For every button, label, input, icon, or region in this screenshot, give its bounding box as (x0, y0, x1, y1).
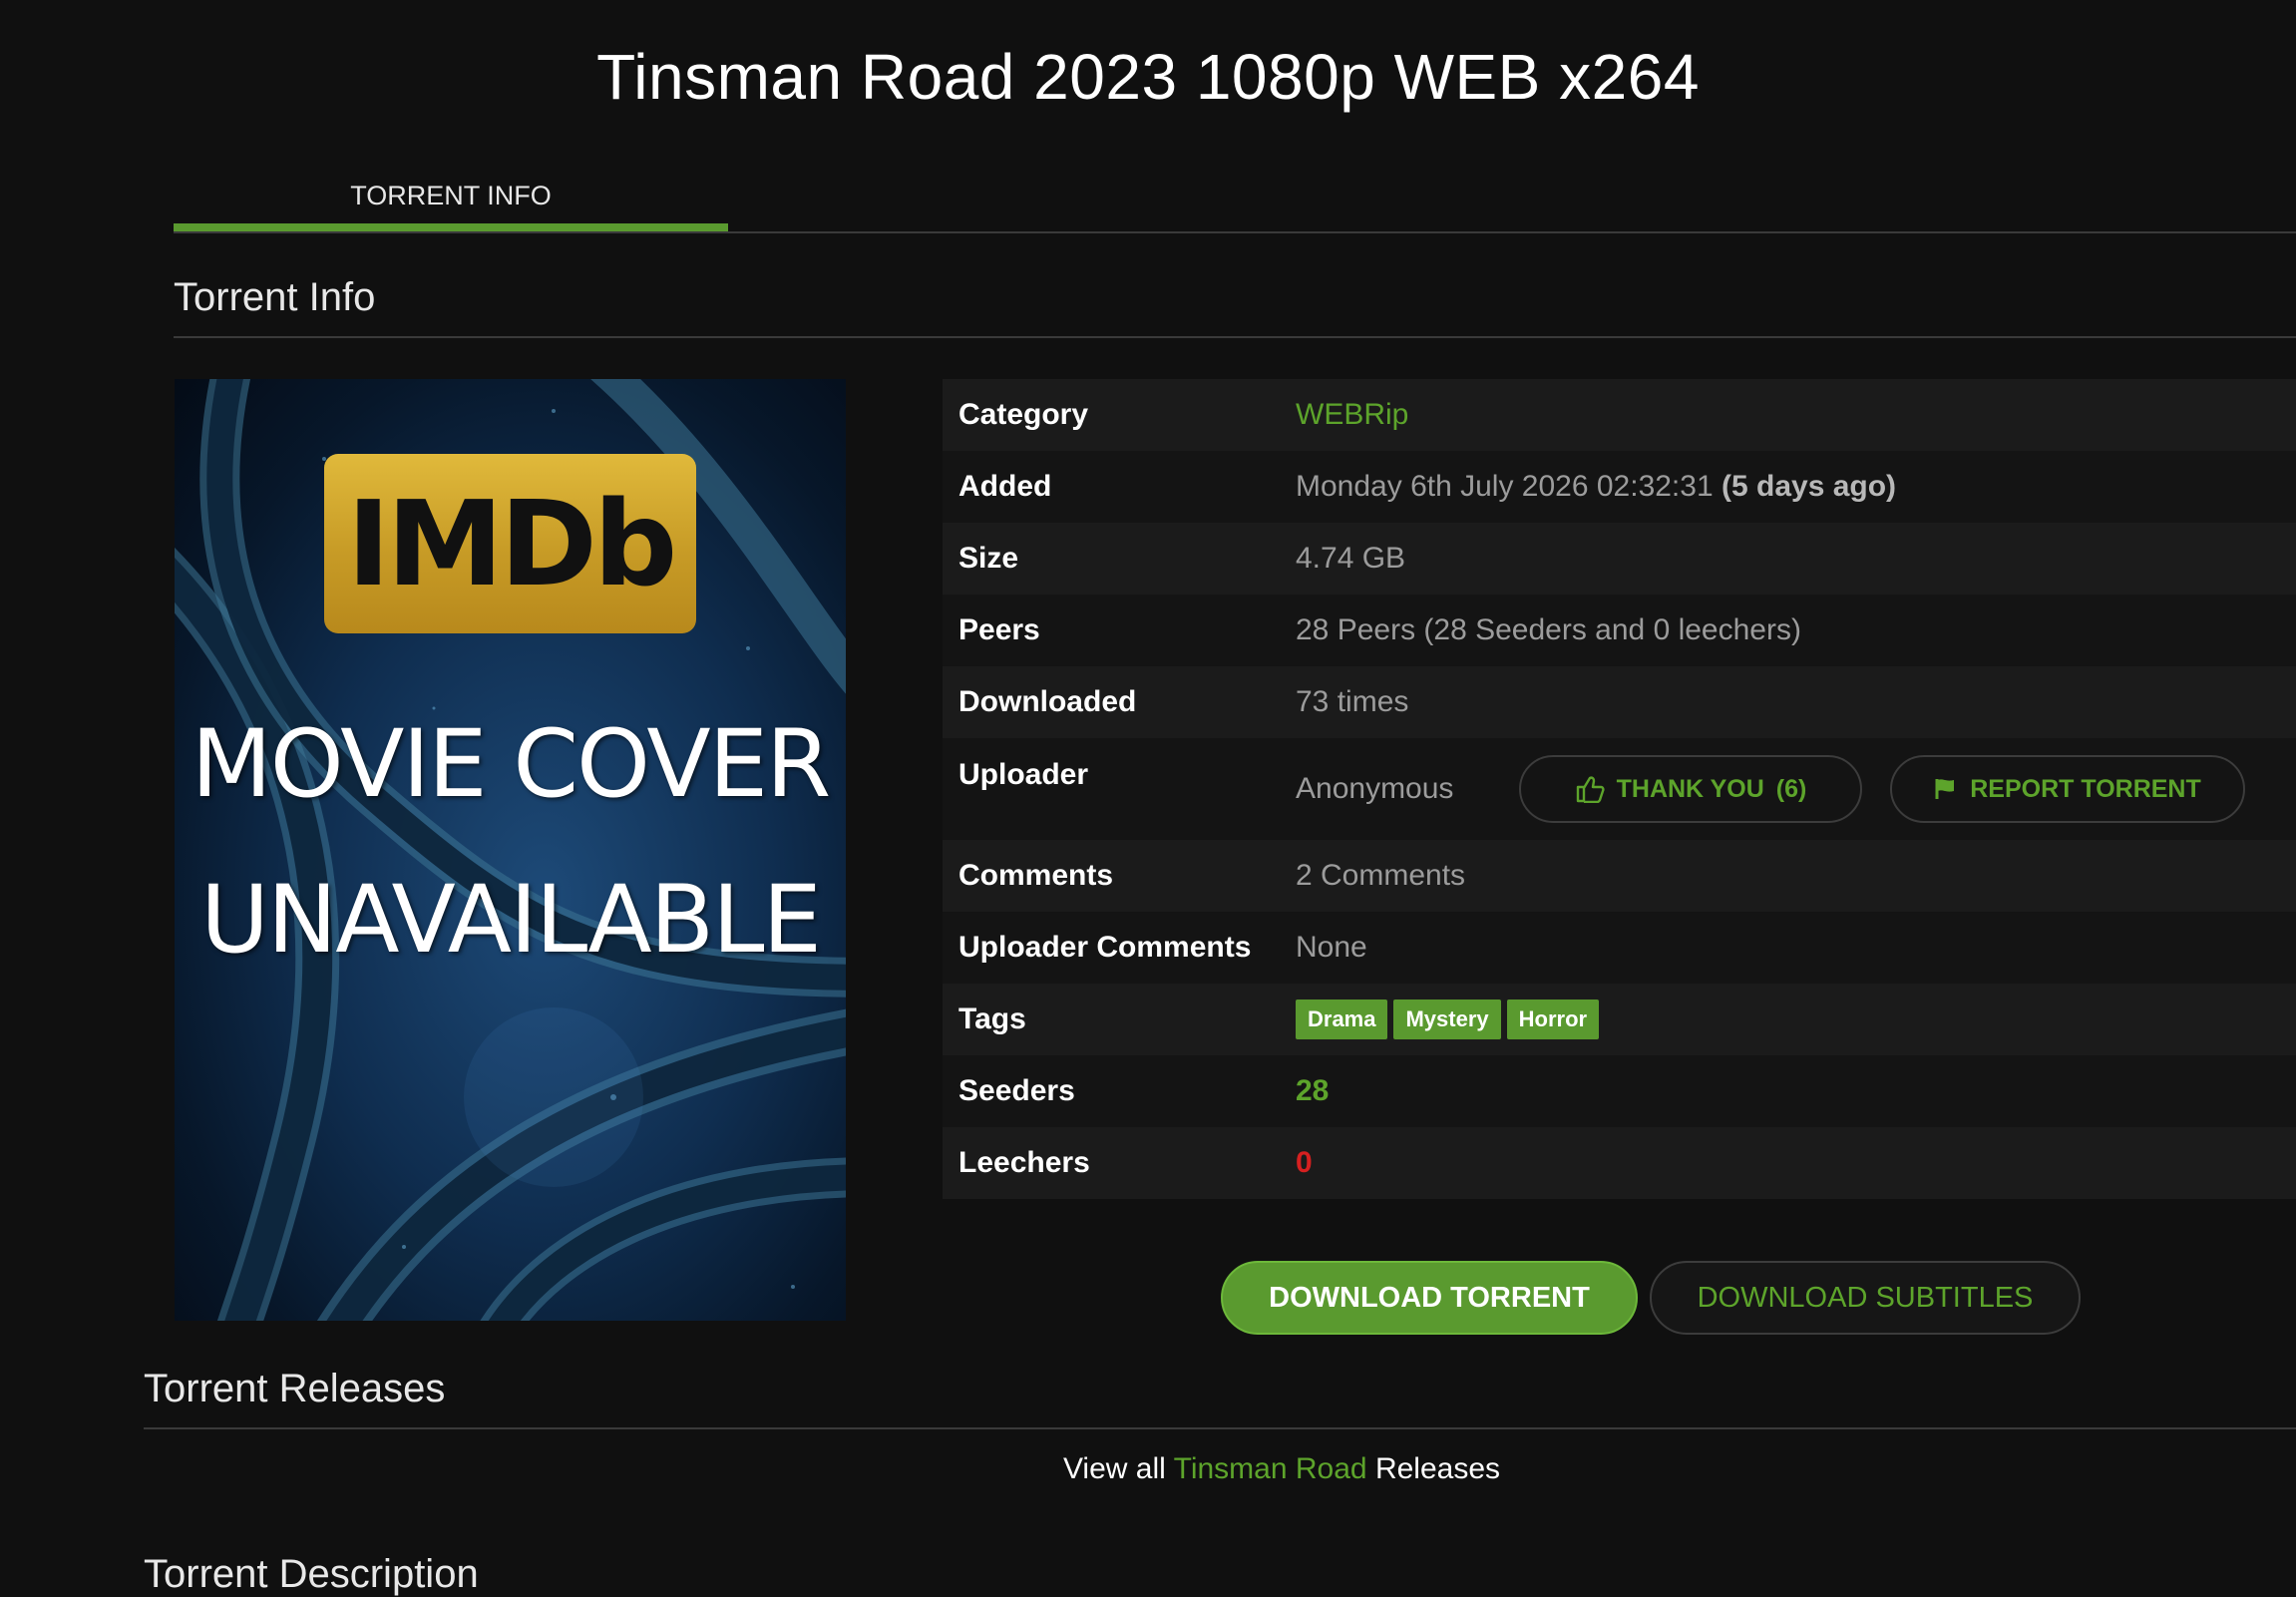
info-row-uploader-comments: Uploader Comments None (943, 912, 2296, 984)
movie-cover-image: IMDb MOVIE COVER UNAVAILABLE (175, 379, 846, 1321)
imdb-logo: IMDb (324, 454, 696, 633)
category-link[interactable]: WEBRip (1296, 398, 1408, 431)
section-divider (174, 336, 2296, 338)
view-all-prefix: View all (1062, 1452, 1166, 1485)
thank-you-count: (6) (1775, 774, 1807, 803)
section-title-torrent-releases: Torrent Releases (144, 1367, 446, 1410)
cover-text-line1: MOVIE COVER (191, 710, 832, 819)
info-label: Category (958, 398, 1089, 431)
info-label: Added (958, 470, 1052, 503)
peers-value: 28 Peers (28 Seeders and 0 leechers) (1296, 613, 1801, 646)
section-title-torrent-description: Torrent Description (144, 1552, 479, 1596)
report-torrent-button[interactable]: REPORT TORRENT (1890, 755, 2245, 823)
seeders-count: 28 (1296, 1074, 1330, 1107)
info-row-downloaded: Downloaded 73 times (943, 666, 2296, 738)
info-row-peers: Peers 28 Peers (28 Seeders and 0 leecher… (943, 595, 2296, 666)
leechers-count: 0 (1296, 1146, 1313, 1179)
info-label: Comments (958, 859, 1114, 892)
thank-you-button[interactable]: THANK YOU (6) (1519, 755, 1862, 823)
section-title-torrent-info: Torrent Info (174, 275, 376, 319)
info-row-size: Size 4.74 GB (943, 523, 2296, 595)
report-label: REPORT TORRENT (1970, 774, 2201, 803)
info-row-leechers: Leechers 0 (943, 1127, 2296, 1199)
cover-text-line2: UNAVAILABLE (200, 866, 822, 975)
uploader-name: Anonymous (1296, 772, 1454, 805)
info-row-seeders: Seeders 28 (943, 1055, 2296, 1127)
torrent-info-table: Category WEBRip Added Monday 6th July 20… (943, 379, 2296, 1199)
info-row-tags: Tags Drama Mystery Horror (943, 984, 2296, 1055)
view-all-suffix: Releases (1374, 1452, 1501, 1485)
downloaded-value: 73 times (1296, 685, 1409, 718)
releases-link[interactable]: Tinsman Road (1174, 1452, 1367, 1485)
added-date: Monday 6th July 2026 02:32:31 (1296, 470, 1714, 503)
info-row-comments: Comments 2 Comments (943, 840, 2296, 912)
download-subtitles-button[interactable]: DOWNLOAD SUBTITLES (1650, 1261, 2081, 1335)
info-label: Uploader Comments (958, 931, 1252, 964)
tag-mystery[interactable]: Mystery (1393, 999, 1501, 1039)
page-title: Tinsman Road 2023 1080p WEB x264 (596, 41, 1700, 113)
tab-torrent-info[interactable]: TORRENT INFO (174, 170, 728, 231)
uploader-comments-value: None (1296, 931, 1367, 964)
comments-value: 2 Comments (1296, 859, 1466, 892)
info-row-uploader: Uploader Anonymous THANK YOU (6) REPORT … (943, 738, 2296, 840)
info-label: Uploader (958, 758, 1089, 791)
info-row-added: Added Monday 6th July 2026 02:32:31 (5 d… (943, 451, 2296, 523)
flag-icon (1935, 779, 1955, 799)
view-all-releases: View all Tinsman Road Releases (0, 1452, 2296, 1486)
tag-drama[interactable]: Drama (1296, 999, 1388, 1039)
section-divider (144, 1427, 2296, 1429)
tab-bar: TORRENT INFO (174, 170, 2296, 233)
thank-you-label: THANK YOU (1616, 774, 1764, 803)
thumbs-up-icon (1576, 776, 1605, 803)
info-row-category: Category WEBRip (943, 379, 2296, 451)
tag-horror[interactable]: Horror (1506, 999, 1600, 1039)
download-torrent-button[interactable]: DOWNLOAD TORRENT (1221, 1261, 1638, 1335)
added-relative: (5 days ago) (1721, 470, 1897, 503)
info-label: Peers (958, 613, 1040, 646)
info-label: Leechers (958, 1146, 1090, 1179)
size-value: 4.74 GB (1296, 542, 1406, 575)
page: Tinsman Road 2023 1080p WEB x264 TORRENT… (0, 0, 2296, 1597)
info-label: Seeders (958, 1074, 1075, 1107)
info-label: Size (958, 542, 1019, 575)
info-label: Tags (958, 1002, 1026, 1035)
info-label: Downloaded (958, 685, 1137, 718)
